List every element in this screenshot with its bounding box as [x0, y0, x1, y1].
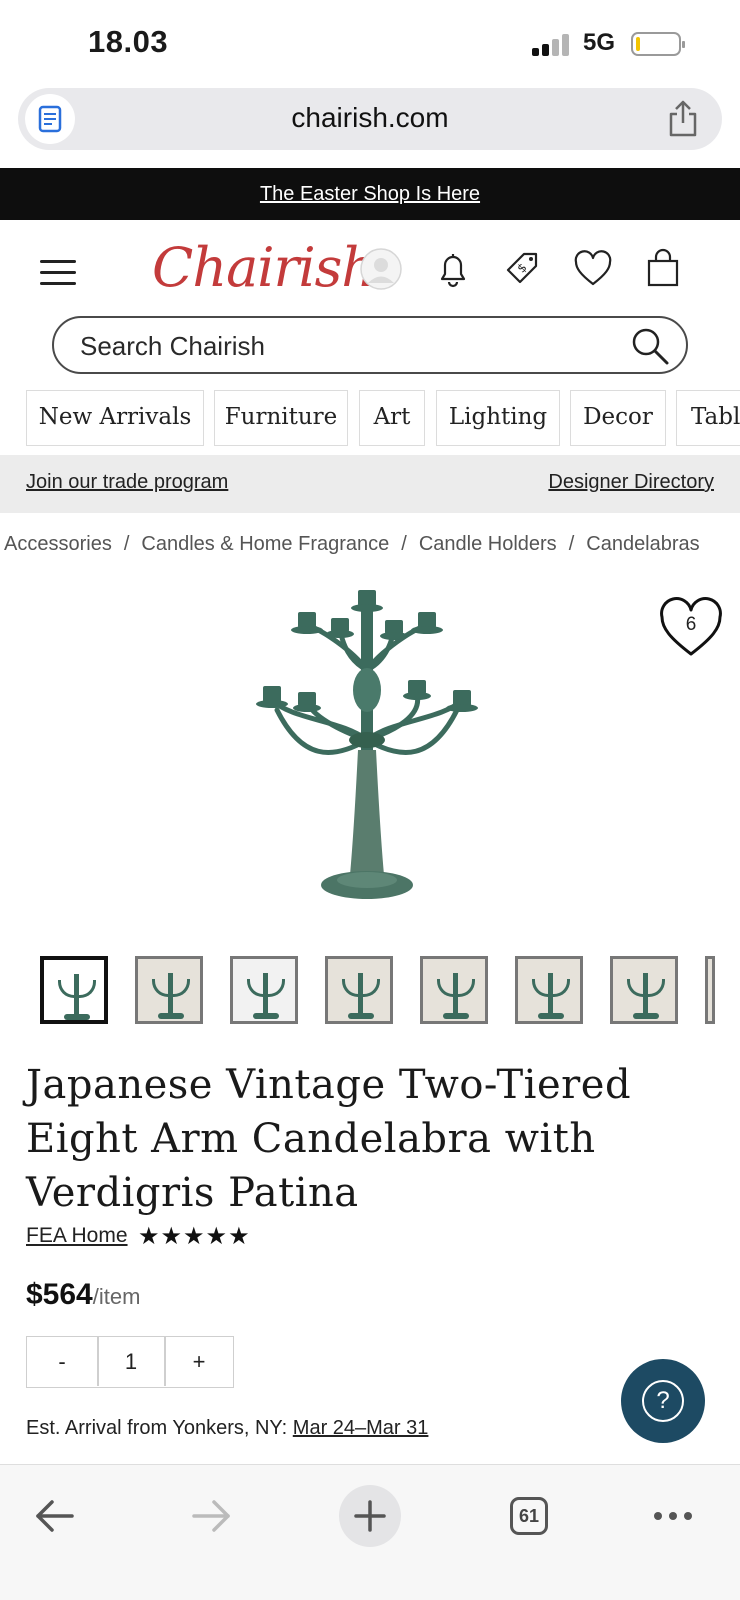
browser-toolbar: 61 [0, 1464, 740, 1600]
bell-icon[interactable] [430, 246, 476, 292]
price-unit: /item [92, 1284, 141, 1309]
help-icon: ? [642, 1380, 684, 1422]
more-dots-icon [654, 1512, 692, 1520]
forward-button[interactable] [180, 1485, 242, 1547]
menu-icon[interactable] [40, 258, 80, 288]
breadcrumb-item[interactable]: Accessories [4, 533, 112, 555]
signal-icon [532, 34, 572, 56]
battery-icon [631, 32, 685, 56]
arrival-label: Est. Arrival from Yonkers, NY: [26, 1417, 288, 1439]
designer-directory-link[interactable]: Designer Directory [548, 471, 714, 494]
back-arrow-icon [36, 1500, 74, 1532]
category-tabletop[interactable]: Tabl [676, 390, 740, 446]
share-icon [669, 100, 697, 137]
plus-icon [354, 1500, 386, 1532]
price-value: $564 [26, 1278, 93, 1311]
breadcrumb: Accessories / Candles & Home Fragrance / Can… [4, 533, 700, 556]
promo-banner: The Easter Shop Is Here [0, 168, 740, 220]
thumbnail[interactable] [325, 956, 393, 1024]
status-time: 18.03 [88, 24, 169, 59]
breadcrumb-item[interactable]: Candles & Home Fragrance [141, 533, 389, 555]
breadcrumb-item[interactable]: Candle Holders [419, 533, 557, 555]
thumbnail[interactable] [135, 956, 203, 1024]
tab-count: 61 [510, 1497, 548, 1535]
breadcrumb-separator: / [123, 533, 130, 555]
price-tag-icon[interactable]: $ [500, 246, 546, 292]
tabs-button[interactable]: 61 [496, 1485, 558, 1547]
more-button[interactable] [642, 1485, 704, 1547]
seller-row: FEA Home ★★★★★ [26, 1223, 250, 1254]
thumbnail[interactable] [230, 956, 298, 1024]
seller-link[interactable]: FEA Home [26, 1224, 128, 1247]
url-text[interactable]: chairish.com [18, 102, 722, 134]
search-placeholder: Search Chairish [80, 331, 265, 361]
share-button[interactable] [666, 100, 700, 138]
category-furniture[interactable]: Furniture [214, 390, 348, 446]
trade-bar: Join our trade program Designer Director… [0, 455, 740, 513]
trade-program-link[interactable]: Join our trade program [26, 471, 228, 494]
thumbnail[interactable] [705, 956, 715, 1024]
promo-link[interactable]: The Easter Shop Is Here [260, 183, 480, 205]
quantity-stepper: - 1 + [26, 1336, 234, 1388]
forward-arrow-icon [192, 1500, 230, 1532]
category-lighting[interactable]: Lighting [436, 390, 560, 446]
status-bar: 18.03 5G [0, 0, 740, 88]
arrival-estimate: Est. Arrival from Yonkers, NY: Mar 24–Ma… [26, 1417, 428, 1440]
site-header: Chairish $ [0, 232, 740, 312]
category-new-arrivals[interactable]: New Arrivals [26, 390, 204, 446]
favorite-count: 6 [685, 614, 697, 635]
heart-icon[interactable] [570, 246, 616, 292]
quantity-value[interactable]: 1 [98, 1337, 164, 1386]
breadcrumb-separator: / [401, 533, 407, 555]
shopping-bag-icon[interactable] [640, 246, 686, 292]
rating-stars[interactable]: ★★★★★ [138, 1222, 251, 1251]
thumbnail[interactable] [40, 956, 108, 1024]
arrival-dates-link[interactable]: Mar 24–Mar 31 [293, 1417, 429, 1439]
increase-button[interactable]: + [165, 1337, 233, 1386]
category-decor[interactable]: Decor [570, 390, 666, 446]
back-button[interactable] [24, 1485, 86, 1547]
favorite-button[interactable]: 6 [658, 596, 724, 660]
price: $564/item [26, 1278, 140, 1312]
breadcrumb-item[interactable]: Candelabras [586, 533, 699, 555]
thumbnail[interactable] [515, 956, 583, 1024]
new-tab-button[interactable] [339, 1485, 401, 1547]
decrease-button[interactable]: - [27, 1337, 97, 1386]
chairish-logo[interactable]: Chairish [152, 236, 376, 299]
category-art[interactable]: Art [359, 390, 425, 446]
thumbnail[interactable] [420, 956, 488, 1024]
search-icon[interactable] [628, 324, 672, 368]
search-input[interactable]: Search Chairish [52, 316, 688, 374]
address-bar[interactable]: chairish.com [18, 88, 722, 150]
account-icon[interactable] [358, 246, 404, 292]
breadcrumb-separator: / [568, 533, 575, 555]
product-title: Japanese Vintage Two-Tiered Eight Arm Ca… [26, 1062, 632, 1216]
network-label: 5G [583, 29, 616, 56]
thumbnail[interactable] [610, 956, 678, 1024]
product-image[interactable] [232, 590, 502, 920]
help-button[interactable]: ? [621, 1359, 705, 1443]
